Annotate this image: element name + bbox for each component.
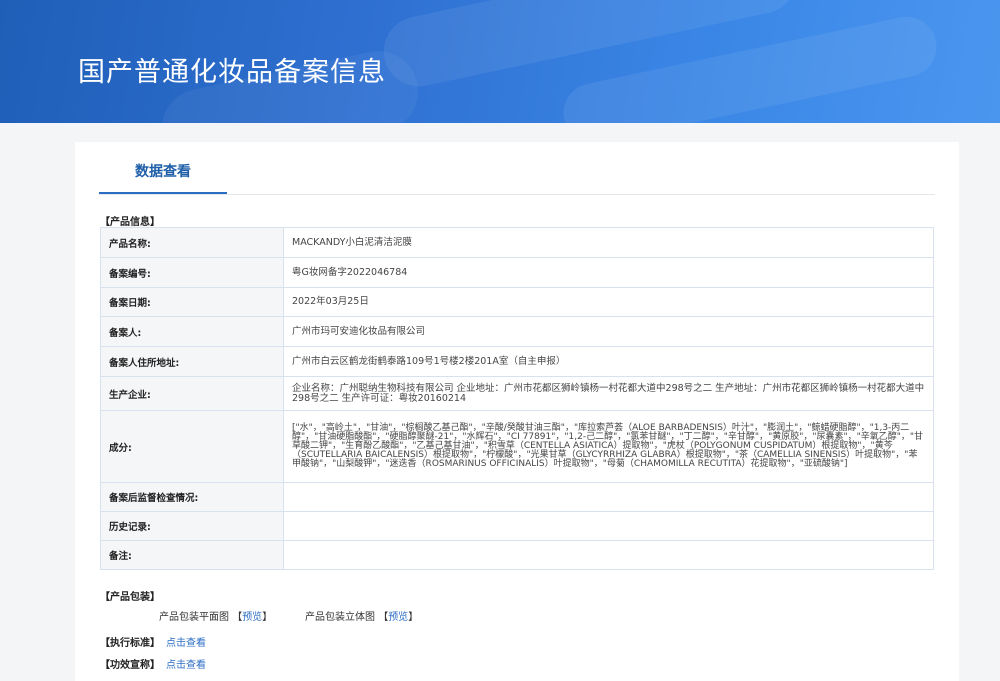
remarks-value [283, 540, 934, 570]
bracket-open: 【 [232, 612, 243, 623]
table-row: 备案后监督检查情况: [100, 482, 934, 512]
table-row: 历史记录: [100, 511, 934, 541]
standard-label: 【执行标准】 [100, 638, 160, 649]
table-row: 成分: ["水"，"高岭土"，"甘油"，"棕榈酸乙基己酯"，"辛酸/癸酸甘油三酯… [100, 410, 934, 483]
table-row: 备案日期: 2022年03月25日 [100, 287, 934, 317]
row-label: 备案后监督检查情况: [100, 482, 284, 512]
product-info-table: 产品名称: MACKANDY小白泥清洁泥膜 备案编号: 粤G妆网备字202204… [100, 227, 934, 570]
row-label: 生产企业: [100, 376, 284, 411]
record-date-value: 2022年03月25日 [283, 287, 934, 317]
registrant-address-value: 广州市白云区鹤龙街鹤泰路109号1号楼2楼201A室（自主申报） [283, 346, 934, 377]
header-banner: 国产普通化妆品备案信息 [0, 0, 1000, 123]
table-row: 生产企业: 企业名称：广州聪纳生物科技有限公司 企业地址：广州市花都区狮岭镇杨一… [100, 376, 934, 411]
content-panel: 数据查看 【产品信息】 产品名称: MACKANDY小白泥清洁泥膜 备案编号: … [75, 142, 959, 681]
efficacy-row: 【功效宣称】 点击查看 [100, 656, 206, 671]
table-row: 备案人住所地址: 广州市白云区鹤龙街鹤泰路109号1号楼2楼201A室（自主申报… [100, 346, 934, 377]
product-name-value: MACKANDY小白泥清洁泥膜 [283, 227, 934, 258]
history-value [283, 511, 934, 541]
row-label: 历史记录: [100, 511, 284, 541]
record-number-value: 粤G妆网备字2022046784 [283, 257, 934, 288]
product-info-heading: 【产品信息】 [100, 217, 160, 228]
row-label: 备案人住所地址: [100, 346, 284, 377]
efficacy-view-link[interactable]: 点击查看 [166, 660, 206, 671]
row-label: 成分: [100, 410, 284, 483]
standard-view-link[interactable]: 点击查看 [166, 638, 206, 649]
table-row: 备案编号: 粤G妆网备字2022046784 [100, 257, 934, 288]
table-row: 产品名称: MACKANDY小白泥清洁泥膜 [100, 227, 934, 258]
bracket-close: 】 [408, 612, 419, 623]
packaging-flat-label: 产品包装平面图 [159, 612, 229, 623]
table-row: 备案人: 广州市玛可安迪化妆品有限公司 [100, 316, 934, 347]
row-label: 备案编号: [100, 257, 284, 288]
tab-bar: 数据查看 [99, 142, 935, 195]
efficacy-label: 【功效宣称】 [100, 660, 160, 671]
preview-flat-link[interactable]: 预览 [242, 612, 262, 623]
packaging-solid-label: 产品包装立体图 [305, 612, 375, 623]
preview-solid-link[interactable]: 预览 [388, 612, 408, 623]
registrant-value: 广州市玛可安迪化妆品有限公司 [283, 316, 934, 347]
standard-row: 【执行标准】 点击查看 [100, 634, 206, 649]
row-label: 备案日期: [100, 287, 284, 317]
page-title: 国产普通化妆品备案信息 [78, 57, 386, 88]
table-row: 备注: [100, 540, 934, 570]
tab-data-view[interactable]: 数据查看 [99, 142, 227, 194]
row-label: 备注: [100, 540, 284, 570]
packaging-flat: 产品包装平面图 【预览】 [159, 608, 272, 623]
manufacturer-value: 企业名称：广州聪纳生物科技有限公司 企业地址：广州市花都区狮岭镇杨一村花都大道中… [283, 376, 934, 411]
packaging-solid: 产品包装立体图 【预览】 [305, 608, 418, 623]
bracket-close: 】 [262, 612, 273, 623]
supervision-value [283, 482, 934, 512]
row-label: 产品名称: [100, 227, 284, 258]
ingredients-value: ["水"，"高岭土"，"甘油"，"棕榈酸乙基己酯"，"辛酸/癸酸甘油三酯"，"库… [283, 410, 934, 483]
row-label: 备案人: [100, 316, 284, 347]
bracket-open: 【 [378, 612, 389, 623]
packaging-heading: 【产品包装】 [100, 592, 160, 603]
